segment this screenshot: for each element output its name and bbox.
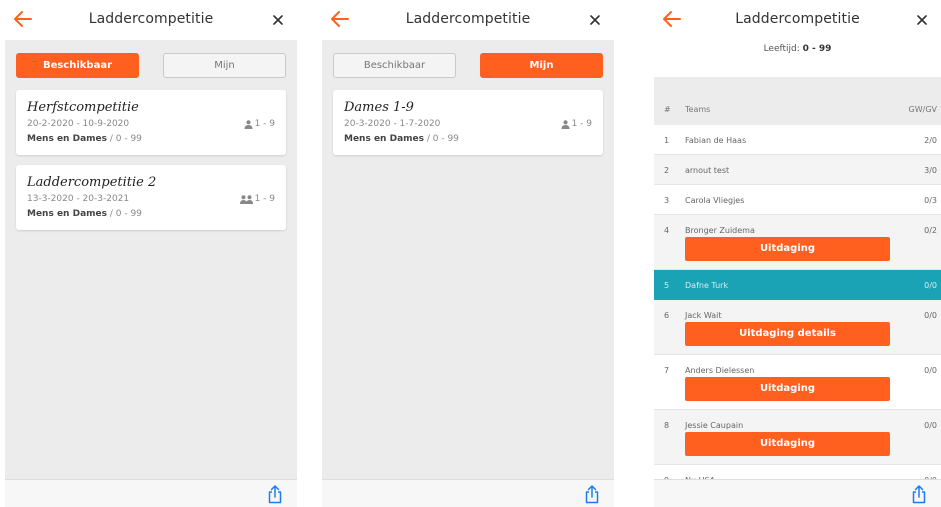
competition-name: Laddercompetitie 2: [27, 175, 157, 190]
column-number: #: [664, 105, 671, 114]
column-score: GW/GV: [908, 105, 937, 114]
challenge-button[interactable]: Uitdaging: [685, 377, 890, 401]
challenge-details-button[interactable]: Uitdaging details: [685, 322, 890, 346]
competition-card[interactable]: Laddercompetitie 2 13-3-2020 - 20-3-2021…: [16, 165, 286, 230]
competition-age: / 0 - 99: [107, 134, 142, 144]
people-icon: [239, 194, 253, 204]
page-title: Laddercompetitie: [735, 11, 860, 27]
row-team-name: Dafne Turk: [685, 281, 729, 290]
competition-name: Herfstcompetitie: [27, 100, 139, 115]
close-icon[interactable]: [916, 14, 928, 26]
level-range: 1 - 9: [254, 194, 275, 204]
tab-mine[interactable]: Mijn: [163, 53, 286, 78]
row-position: 3: [664, 196, 670, 205]
tab-available[interactable]: Beschikbaar: [333, 53, 456, 78]
table-row[interactable]: 6 Jack Wait 0/0 Uitdaging details: [654, 300, 941, 355]
competition-category: Mens en Dames: [344, 134, 424, 144]
competition-card[interactable]: Dames 1-9 20-3-2020 - 1-7-2020 Mens en D…: [333, 90, 603, 155]
table-header: # Teams GW/GV: [654, 93, 941, 125]
row-position: 5: [664, 281, 670, 290]
screen-available: Laddercompetitie Beschikbaar Mijn Herfst…: [5, 0, 297, 507]
column-teams: Teams: [685, 105, 711, 114]
row-team-name: Bronger Zuidema: [685, 226, 755, 235]
toolbar: [5, 479, 297, 507]
content-area: Beschikbaar Mijn Dames 1-9 20-3-2020 - 1…: [322, 40, 614, 479]
share-icon[interactable]: [267, 484, 283, 504]
row-position: 6: [664, 311, 670, 320]
table-row[interactable]: 4 Bronger Zuidema 0/2 Uitdaging: [654, 215, 941, 270]
share-icon[interactable]: [584, 484, 600, 504]
competition-age: / 0 - 99: [107, 209, 142, 219]
level-range: 1 - 9: [571, 119, 592, 129]
ladder-table: 1 Fabian de Haas 2/0 2 arnout test 3/0 3 Carola…: [654, 125, 941, 495]
row-position: 8: [664, 421, 670, 430]
competition-category: Mens en Dames: [27, 209, 107, 219]
competition-dates: 20-2-2020 - 10-9-2020: [27, 119, 130, 129]
row-score: 0/0: [924, 421, 937, 430]
header: Laddercompetitie: [5, 0, 297, 40]
row-score: 0/0: [924, 366, 937, 375]
competition-info: Mens en Dames / 0 - 99: [27, 134, 142, 144]
competition-info: Mens en Dames / 0 - 99: [27, 209, 142, 219]
content-area: Beschikbaar Mijn Herfstcompetitie 20-2-2…: [5, 40, 297, 479]
close-icon[interactable]: [272, 14, 284, 26]
row-score: 0/0: [924, 311, 937, 320]
competition-level: 1 - 9: [239, 194, 275, 204]
person-icon: [244, 119, 253, 129]
row-team-name: Carola Vliegjes: [685, 196, 745, 205]
challenge-button[interactable]: Uitdaging: [685, 237, 890, 261]
row-position: 2: [664, 166, 670, 175]
close-icon[interactable]: [589, 14, 601, 26]
screen-mine: Laddercompetitie Beschikbaar Mijn Dames …: [322, 0, 614, 507]
competition-age: / 0 - 99: [424, 134, 459, 144]
table-row[interactable]: 5 Dafne Turk 0/0: [654, 270, 941, 300]
segmented-control: Beschikbaar Mijn: [16, 53, 286, 78]
row-team-name: Anders Dielessen: [685, 366, 755, 375]
age-range: 0 - 99: [802, 44, 832, 54]
segmented-control: Beschikbaar Mijn: [333, 53, 603, 78]
share-icon[interactable]: [911, 484, 927, 504]
competition-dates: 13-3-2020 - 20-3-2021: [27, 194, 130, 204]
competition-level: 1 - 9: [561, 119, 592, 129]
age-label: Leeftijd:: [763, 44, 803, 54]
person-icon: [561, 119, 570, 129]
age-filter: Leeftijd: 0 - 99: [654, 44, 941, 54]
tab-available[interactable]: Beschikbaar: [16, 53, 139, 78]
row-score: 0/2: [924, 226, 937, 235]
toolbar: [322, 479, 614, 507]
page-title: Laddercompetitie: [405, 11, 531, 27]
row-score: 2/0: [924, 136, 937, 145]
competition-info: Mens en Dames / 0 - 99: [344, 134, 459, 144]
tab-mine[interactable]: Mijn: [480, 53, 603, 78]
table-row[interactable]: 1 Fabian de Haas 2/0: [654, 125, 941, 155]
page-title: Laddercompetitie: [88, 11, 214, 27]
toolbar: [654, 479, 941, 507]
screen-ladder: Laddercompetitie Leeftijd: 0 - 99 # Team…: [654, 0, 941, 507]
table-row[interactable]: 8 Jessie Caupain 0/0 Uitdaging: [654, 410, 941, 465]
header: Laddercompetitie: [654, 0, 941, 40]
table-row[interactable]: 7 Anders Dielessen 0/0 Uitdaging: [654, 355, 941, 410]
competition-category: Mens en Dames: [27, 134, 107, 144]
spacer-band: [654, 77, 941, 93]
competition-dates: 20-3-2020 - 1-7-2020: [344, 119, 441, 129]
challenge-button[interactable]: Uitdaging: [685, 432, 890, 456]
level-range: 1 - 9: [254, 119, 275, 129]
table-row[interactable]: 3 Carola Vliegjes 0/3: [654, 185, 941, 215]
row-score: 0/3: [924, 196, 937, 205]
row-position: 7: [664, 366, 670, 375]
row-team-name: Jack Wait: [685, 311, 722, 320]
competition-card[interactable]: Herfstcompetitie 20-2-2020 - 10-9-2020 M…: [16, 90, 286, 155]
row-team-name: Fabian de Haas: [685, 136, 747, 145]
row-score: 0/0: [924, 281, 937, 290]
row-score: 3/0: [924, 166, 937, 175]
table-row[interactable]: 2 arnout test 3/0: [654, 155, 941, 185]
header: Laddercompetitie: [322, 0, 614, 40]
row-position: 1: [664, 136, 670, 145]
row-team-name: arnout test: [685, 166, 730, 175]
row-team-name: Jessie Caupain: [685, 421, 744, 430]
competition-name: Dames 1-9: [344, 100, 414, 115]
competition-level: 1 - 9: [244, 119, 275, 129]
row-position: 4: [664, 226, 670, 235]
